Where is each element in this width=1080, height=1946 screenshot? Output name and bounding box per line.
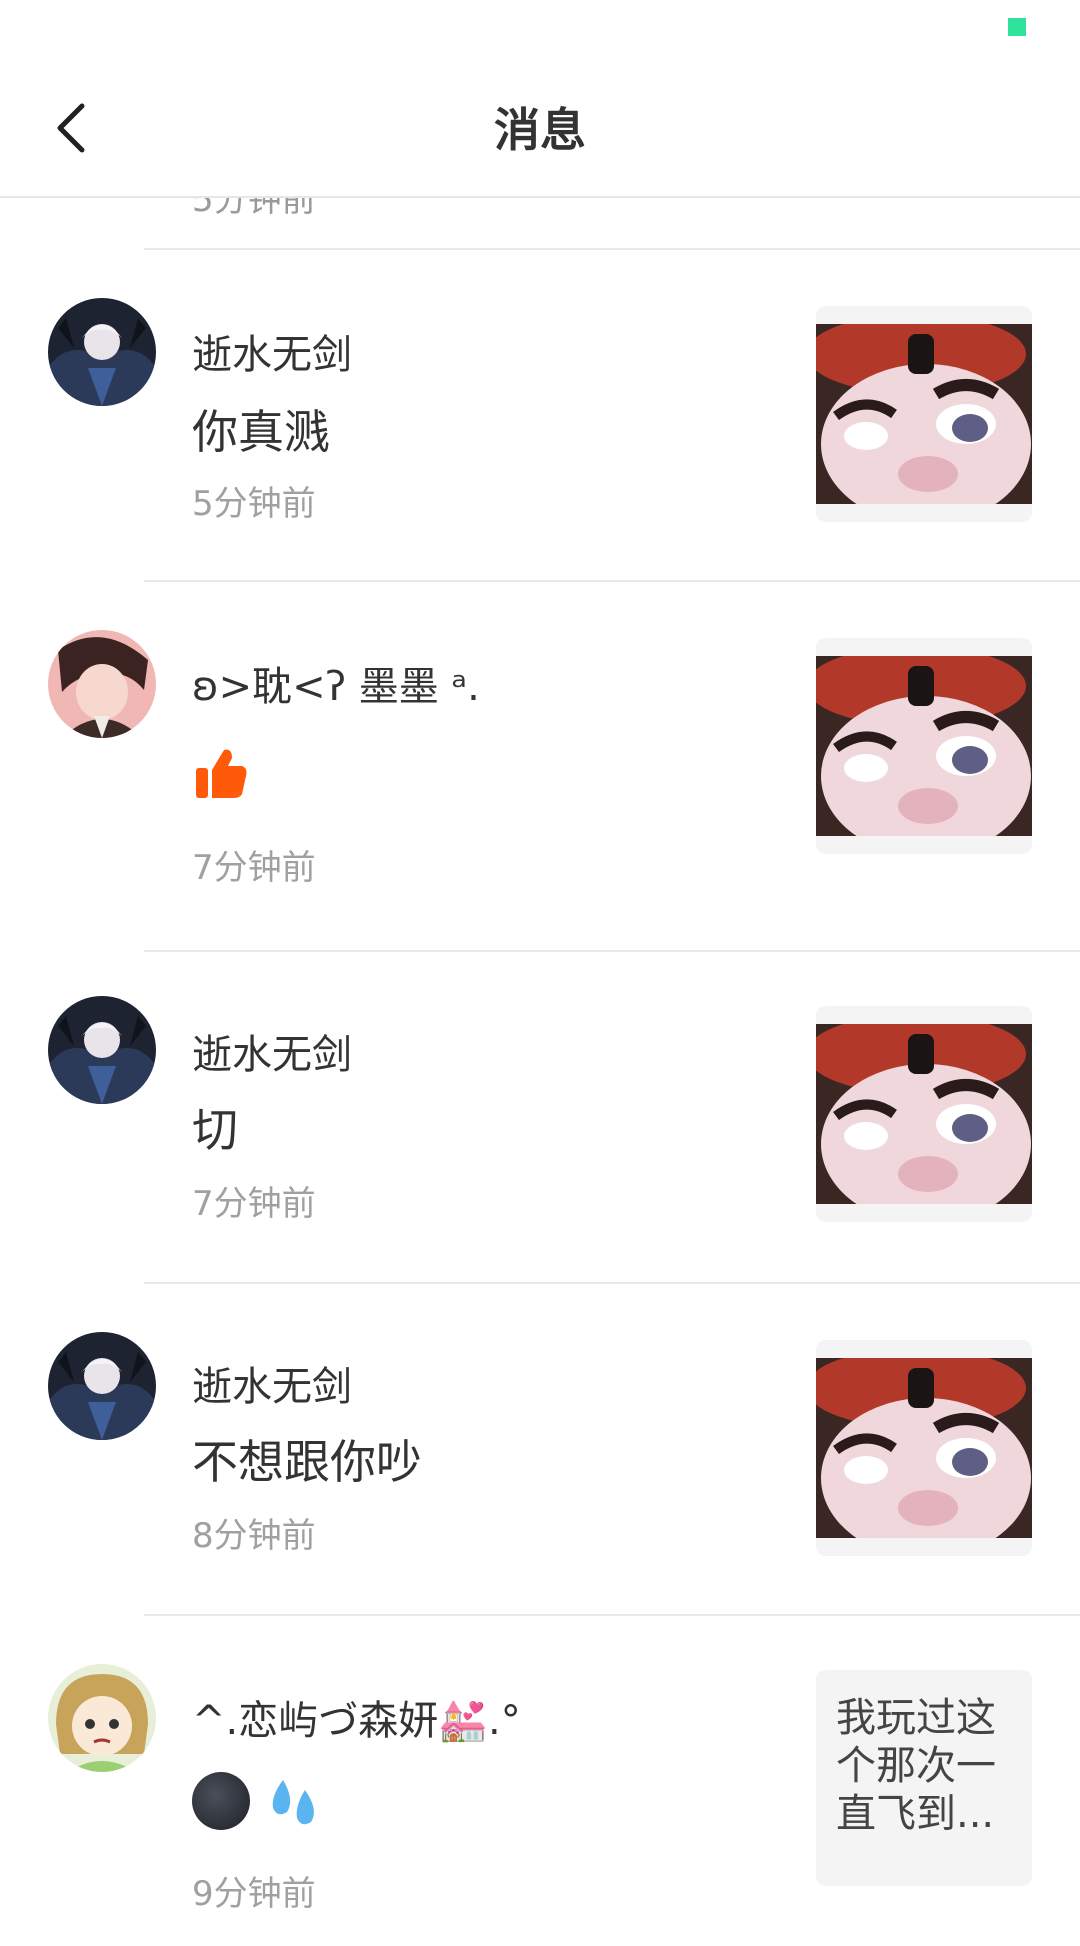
avatar[interactable] [48,298,156,406]
message-icons [192,1770,323,1830]
list-item[interactable]: 逝水无剑 不想跟你吵 8分钟前 [0,1284,1080,1614]
cartoon-pig-image [816,1024,1032,1204]
post-thumbnail[interactable] [816,1006,1032,1222]
sweat-droplets-icon [272,1779,314,1824]
list-item[interactable]: 逝水无剑 你真溅 5分钟前 [0,250,1080,580]
header-bar: 消息 [0,60,1080,198]
message-time: 8分钟前 [192,1516,316,1556]
sender-name: ʚ>耽<ʔ 墨墨 ᵃ. [192,664,480,710]
list-item[interactable]: 逝水无剑 切 7分钟前 [0,952,1080,1282]
thumbs-up-icon [196,749,247,798]
message-time: 7分钟前 [192,848,316,888]
sender-name: 逝水无剑 [192,1364,352,1410]
status-indicator-icon [1008,18,1026,36]
message-thumbs-up [192,744,250,813]
message-time: 5分钟前 [192,484,316,524]
avatar[interactable] [48,1664,156,1772]
list-item[interactable]: ^.恋屿づ森妍💒.° 9分钟前 我玩过这个那次一直飞到... [0,1616,1080,1946]
post-thumbnail[interactable] [816,638,1032,854]
list-item[interactable]: ʚ>耽<ʔ 墨墨 ᵃ. 7分钟前 [0,582,1080,912]
post-thumbnail[interactable] [816,1340,1032,1556]
message-text: 切 [192,1103,238,1157]
sender-name: ^.恋屿づ森妍💒.° [192,1698,521,1744]
avatar[interactable] [48,996,156,1104]
avatar[interactable] [48,1332,156,1440]
message-time: 7分钟前 [192,1184,316,1224]
message-time: 9分钟前 [192,1874,316,1914]
message-text: 不想跟你吵 [192,1435,422,1489]
post-thumbnail[interactable] [816,306,1032,522]
post-text-preview-content: 我玩过这个那次一直飞到... [836,1695,996,1837]
avatar[interactable] [48,630,156,738]
sender-name: 逝水无剑 [192,1032,352,1078]
post-text-preview[interactable]: 我玩过这个那次一直飞到... [816,1670,1032,1886]
status-bar [0,0,1080,60]
page-title: 消息 [494,103,586,157]
cartoon-pig-image [816,324,1032,504]
sender-name: 逝水无剑 [192,332,352,378]
message-text: 你真溅 [192,405,330,459]
cartoon-pig-image [816,1358,1032,1538]
new-moon-face-icon [192,1771,250,1830]
cartoon-pig-image [816,656,1032,836]
